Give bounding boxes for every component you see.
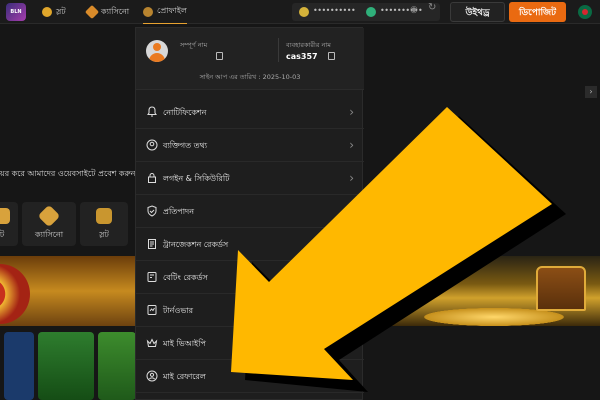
username-label: ব্যবহারকারীর নাম <box>286 41 331 49</box>
nav-profile-label: প্রোফাইল <box>157 6 187 15</box>
chevron-right-icon: › <box>349 369 354 383</box>
menu-label: মাই ভিআইপি <box>163 339 206 348</box>
chevron-right-icon: › <box>349 105 354 119</box>
balance-main: •••••••••• <box>313 6 356 15</box>
menu-item-betting-records[interactable]: বেটিং রেকর্ডস <box>136 261 364 294</box>
refresh-icon[interactable]: ↻ <box>428 2 436 13</box>
app-root: BLN স্লট ক্যাসিনো প্রোফাইল •••••••••• ••… <box>0 0 600 400</box>
menu-label: বেটিং রেকর্ডস <box>163 273 208 282</box>
wallet-balances: •••••••••• •••••••••• ◉ <box>292 3 440 21</box>
menu-item-my-referral[interactable]: মাই রেফারেল › <box>136 360 364 393</box>
wheel-graphic <box>0 264 30 324</box>
profile-dropdown: সম্পূর্ণ নাম ব্যবহারকারীর নাম cas357 সাই… <box>135 27 364 400</box>
game-card[interactable] <box>4 332 34 400</box>
username-value: cas357 <box>286 52 318 61</box>
category-label: ট <box>0 230 5 239</box>
category-tile-slot[interactable]: স্লট <box>80 202 128 246</box>
bell-icon <box>147 106 157 117</box>
slot-icon <box>42 7 52 17</box>
menu-label: নোটিফিকেশন <box>163 108 207 117</box>
signup-date: সাইন আপ এর তারিখ : 2025-10-03 <box>199 73 301 81</box>
category-label: ক্যাসিনো <box>34 230 64 239</box>
language-flag-icon[interactable] <box>578 5 592 19</box>
crown-icon <box>146 338 158 347</box>
nav-slot-label: স্লট <box>56 6 66 16</box>
casino-category-icon <box>37 204 61 228</box>
menu-label: প্রতিপাদন <box>163 207 194 216</box>
receipt-icon <box>148 239 156 249</box>
game-card-jackpot[interactable] <box>38 332 94 400</box>
shield-icon <box>147 205 157 217</box>
menu-label: মাই রেফারেল <box>163 372 206 381</box>
fullname-label: সম্পূর্ণ নাম <box>180 41 208 49</box>
site-logo[interactable]: BLN <box>6 3 26 21</box>
menu-label: লগইন & সিকিউরিটি <box>163 174 230 183</box>
menu-item-notification[interactable]: নোটিফিকেশন › <box>136 96 364 129</box>
casino-icon <box>84 4 100 20</box>
copy-icon[interactable] <box>328 52 335 60</box>
user-circle-icon <box>146 139 158 151</box>
bet-record-icon <box>147 272 157 282</box>
category-tile-casino[interactable]: ক্যাসিনো <box>22 202 76 246</box>
eye-icon[interactable]: ◉ <box>410 5 418 15</box>
menu-item-personal-info[interactable]: ব্যক্তিগত তথ্য › <box>136 129 364 162</box>
withdraw-button[interactable]: উইথড্র <box>450 2 505 22</box>
nav-slot[interactable]: স্লট <box>42 0 66 24</box>
slot-category-icon <box>96 208 112 224</box>
menu-item-turnover[interactable]: টার্নওভার <box>136 294 364 327</box>
token-icon <box>366 7 376 17</box>
menu-label: ব্যক্তিগত তথ্য <box>163 141 208 150</box>
category-tile[interactable]: ট <box>0 202 18 246</box>
nav-profile[interactable]: প্রোফাইল <box>143 0 187 24</box>
chevron-right-icon: › <box>349 171 354 185</box>
nav-casino[interactable]: ক্যাসিনো <box>84 0 130 24</box>
menu-item-transaction-records[interactable]: ট্রানজেকশন রেকর্ডস <box>136 228 364 261</box>
profile-summary: সম্পূর্ণ নাম ব্যবহারকারীর নাম cas357 সাই… <box>136 28 364 90</box>
announcement-marquee: য়র করে আমাদের ওয়েবসাইটে প্রবেশ করুন <box>0 169 136 178</box>
chevron-right-icon: › <box>349 138 354 152</box>
copy-icon[interactable] <box>216 52 223 60</box>
profile-icon <box>143 6 153 17</box>
treasure-chest-graphic <box>536 266 586 311</box>
referral-icon <box>146 370 158 382</box>
avatar <box>146 40 168 62</box>
chevron-right-icon: › <box>349 336 354 350</box>
menu-label: ট্রানজেকশন রেকর্ডস <box>163 240 229 249</box>
carousel-next-button[interactable]: › <box>585 86 597 98</box>
coin-icon <box>299 7 309 17</box>
category-label: স্লট <box>99 230 109 239</box>
menu-item-login-security[interactable]: লগইন & সিকিউরিটি › <box>136 162 364 195</box>
top-bar: BLN স্লট ক্যাসিনো প্রোফাইল •••••••••• ••… <box>0 0 600 24</box>
game-card-crazy[interactable] <box>98 332 136 400</box>
promo-banner[interactable] <box>0 256 136 326</box>
logo-text: BLN <box>10 9 22 15</box>
menu-item-verification[interactable]: প্রতিপাদন › <box>136 195 364 228</box>
divider <box>278 38 279 62</box>
lock-icon <box>148 173 156 183</box>
deposit-button[interactable]: ডিপোজিট <box>509 2 566 22</box>
menu-item-my-vip[interactable]: মাই ভিআইপি › <box>136 327 364 360</box>
promo-banner-treasure[interactable] <box>364 256 600 326</box>
chevron-right-icon: › <box>349 204 354 218</box>
nav-casino-label: ক্যাসিনো <box>101 6 130 16</box>
menu-label: টার্নওভার <box>163 306 194 315</box>
turnover-icon <box>147 305 157 315</box>
category-icon <box>0 208 10 224</box>
